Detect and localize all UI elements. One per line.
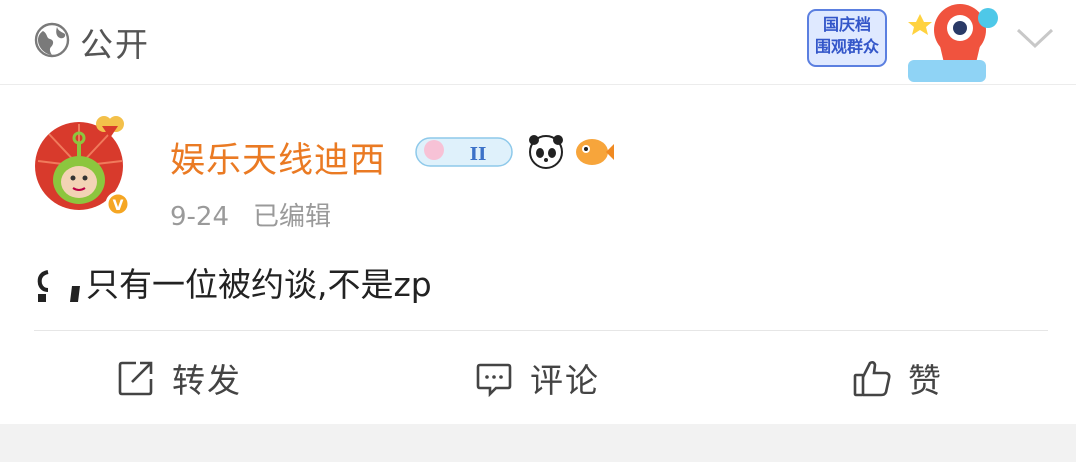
emoji-glyph-icon	[37, 270, 80, 302]
share-icon	[118, 361, 153, 396]
globe-icon	[34, 22, 70, 58]
event-badge-line-2: 围观群众	[814, 37, 879, 56]
visibility-label[interactable]: 公开	[80, 18, 150, 66]
top-bar: 公开 国庆档 围观群众	[0, 0, 1076, 85]
badge-icon: II	[415, 137, 513, 167]
author-badges[interactable]: II	[414, 132, 614, 172]
repost-button[interactable]: 转发	[116, 352, 242, 404]
svg-text:II: II	[470, 144, 487, 165]
bottom-band	[0, 424, 1076, 462]
comment-label: 评论	[530, 361, 600, 400]
edited-label[interactable]: 已编辑	[253, 202, 331, 232]
comment-button[interactable]: 评论	[474, 352, 600, 404]
post-text: 只有一位被约谈,不是zp	[86, 265, 432, 304]
event-badge-line-1: 国庆档	[822, 15, 871, 34]
panda-icon	[529, 135, 563, 169]
comment-icon	[476, 363, 512, 398]
post-content: 只有一位被约谈,不是zp	[34, 258, 432, 306]
chevron-down-icon[interactable]	[1014, 22, 1056, 54]
national-day-event-badge[interactable]: 国庆档 围观群众	[800, 0, 1012, 92]
avatar[interactable]: V	[34, 116, 134, 216]
fish-icon	[576, 139, 614, 165]
post-date: 9-24	[170, 202, 230, 232]
svg-text:V: V	[113, 198, 124, 214]
like-button[interactable]: 赞	[852, 352, 943, 404]
like-label: 赞	[908, 361, 943, 400]
thumbs-up-icon	[853, 361, 891, 397]
repost-label: 转发	[172, 361, 242, 400]
author-name[interactable]: 娱乐天线迪西	[170, 132, 386, 183]
post-meta: 9-24 已编辑	[170, 196, 331, 233]
divider	[34, 330, 1048, 331]
